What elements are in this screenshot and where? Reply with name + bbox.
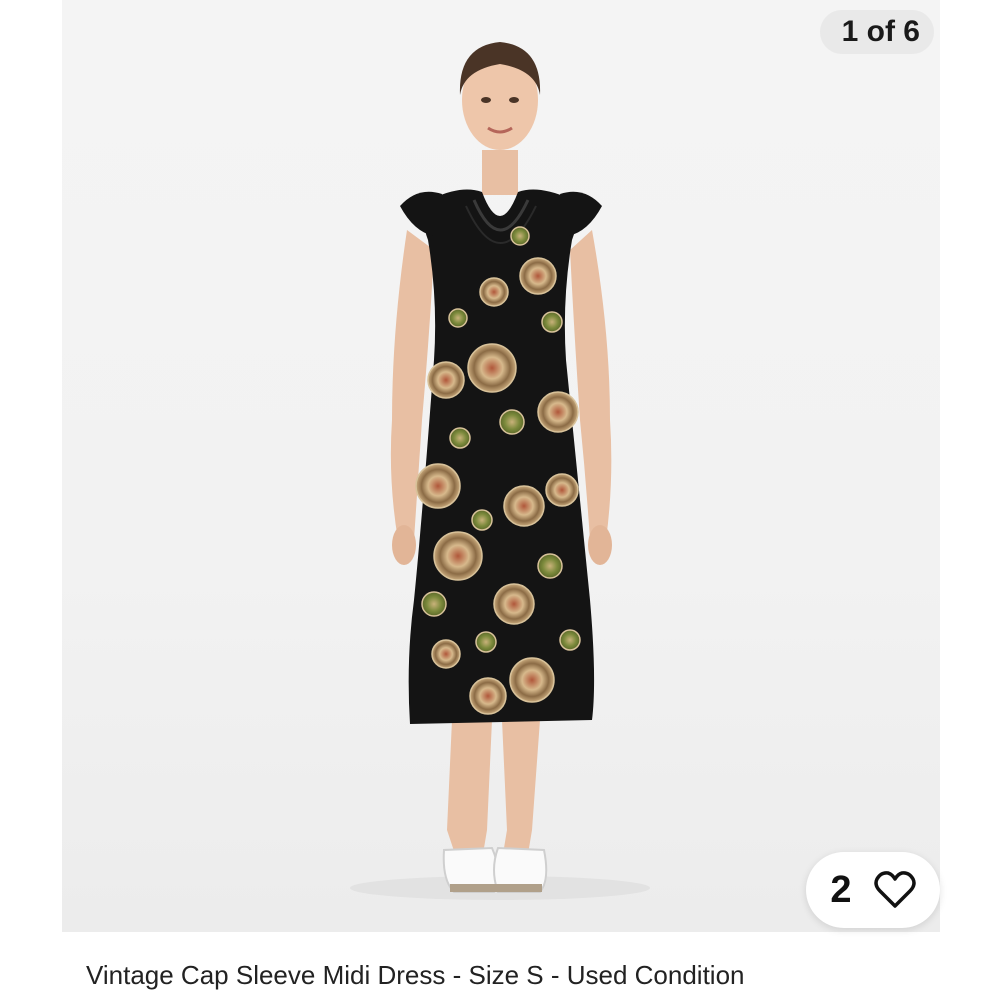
listing-view: 1 of 6 2 Vintage Cap Sleeve Midi Dress -… <box>0 0 1000 1000</box>
like-count: 2 <box>830 868 852 911</box>
image-counter: 1 of 6 <box>819 10 934 54</box>
product-photo[interactable] <box>62 0 940 932</box>
model-illustration <box>350 42 650 900</box>
heart-outline-icon <box>873 871 916 909</box>
listing-title: Vintage Cap Sleeve Midi Dress - Size S -… <box>86 960 745 990</box>
like-button[interactable]: 2 <box>806 852 940 928</box>
